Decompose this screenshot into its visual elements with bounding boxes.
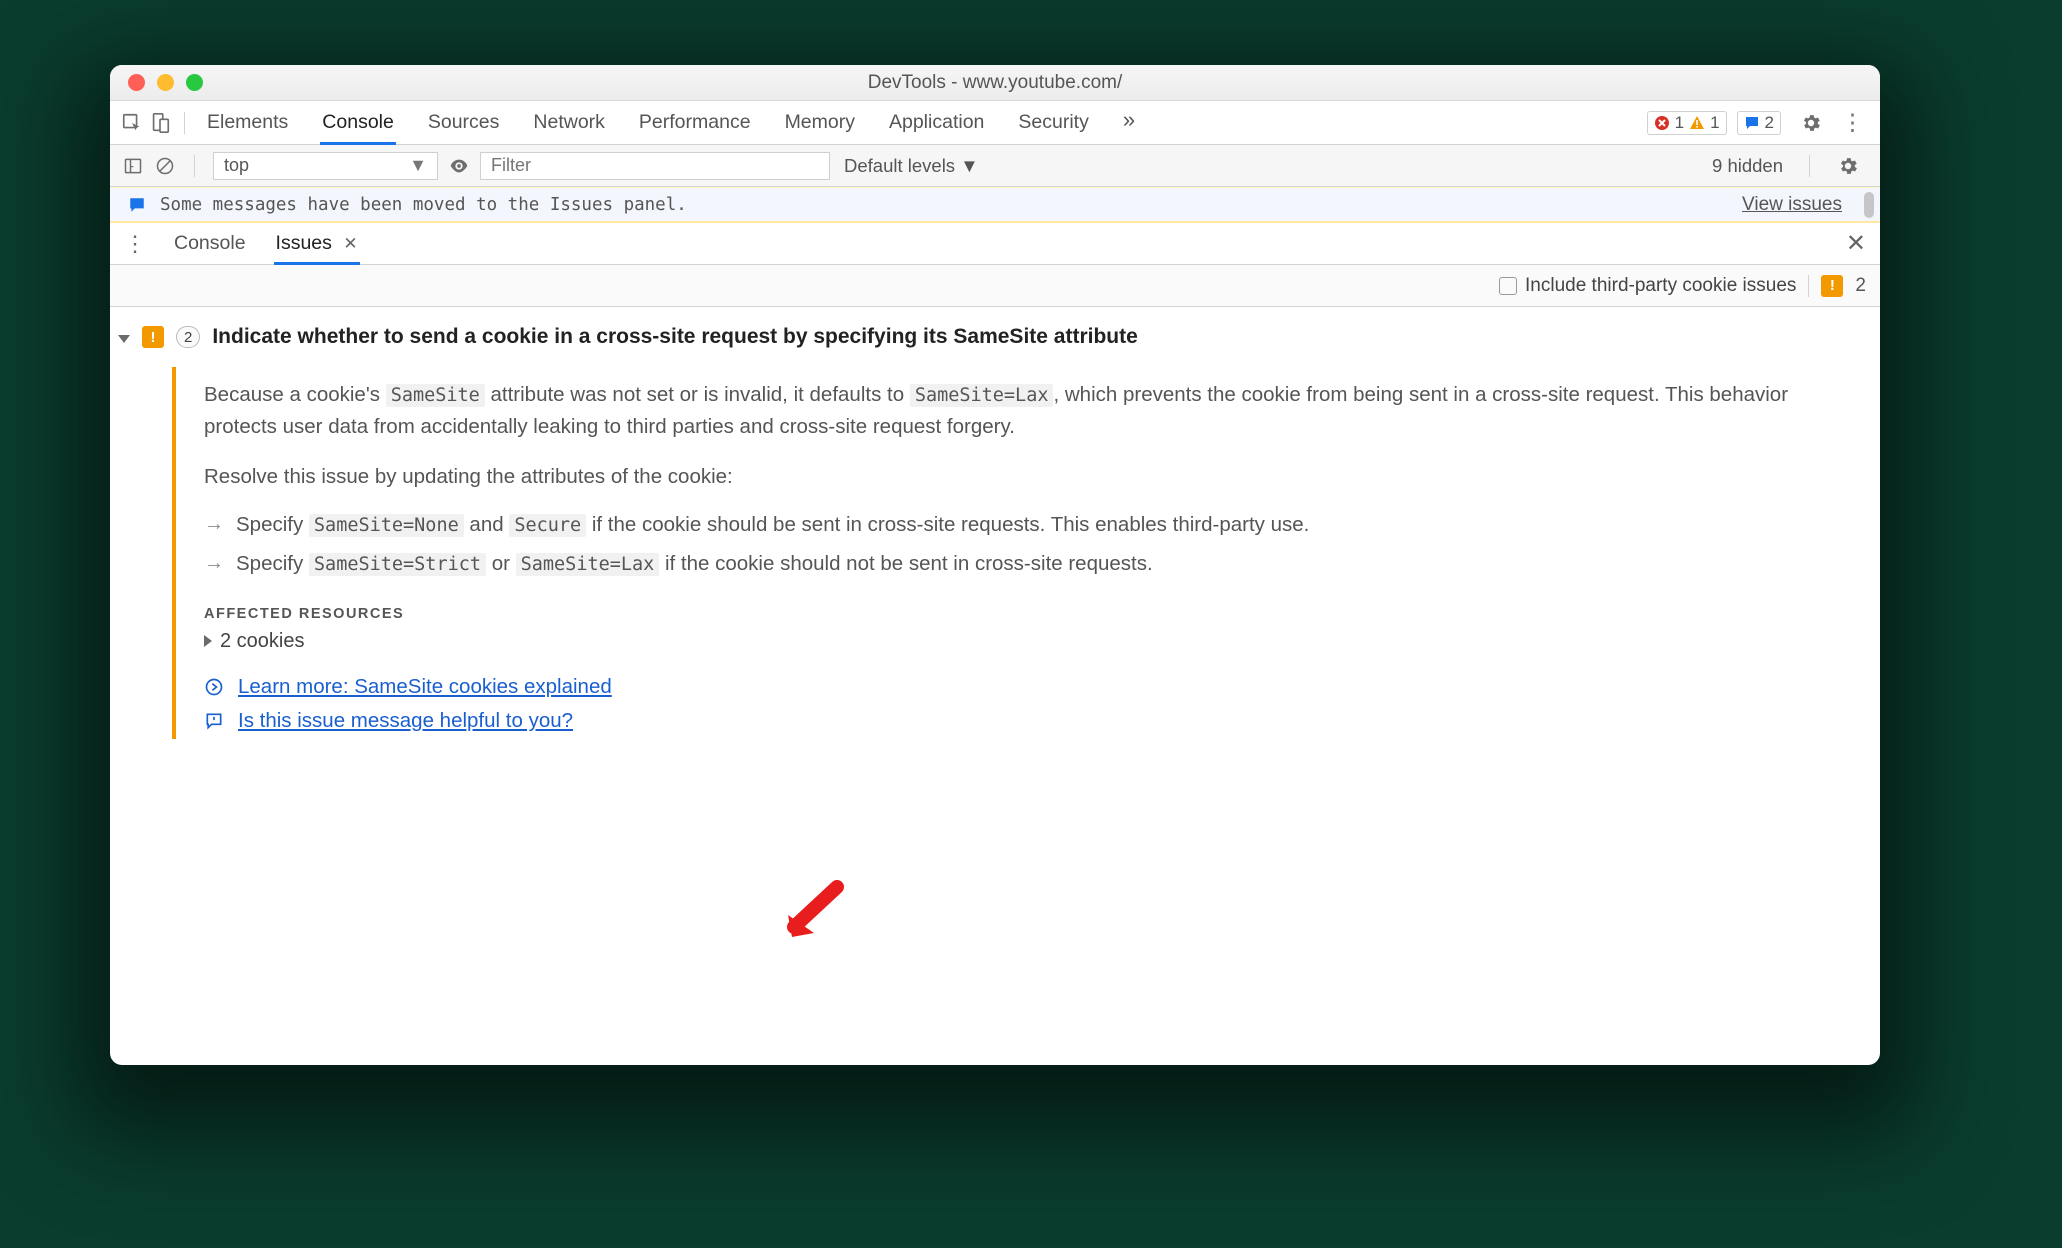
separator bbox=[184, 112, 185, 134]
error-badge[interactable]: 1 1 bbox=[1647, 111, 1727, 135]
learn-more-link[interactable]: Learn more: SameSite cookies explained bbox=[238, 675, 612, 699]
more-menu-icon[interactable]: ⋮ bbox=[1835, 109, 1870, 136]
warning-icon: ! bbox=[142, 326, 164, 348]
feedback-row: Is this issue message helpful to you? bbox=[204, 709, 1844, 733]
console-settings-icon[interactable] bbox=[1836, 154, 1860, 178]
issue-header[interactable]: ! 2 Indicate whether to send a cookie in… bbox=[118, 325, 1860, 349]
issues-banner: Some messages have been moved to the Iss… bbox=[110, 187, 1880, 223]
affected-resources-heading: AFFECTED RESOURCES bbox=[204, 606, 1844, 622]
warning-total: 2 bbox=[1855, 275, 1866, 297]
close-window-button[interactable] bbox=[128, 74, 145, 91]
warning-icon: ! bbox=[1821, 275, 1843, 297]
tab-security[interactable]: Security bbox=[1016, 101, 1090, 144]
maximize-window-button[interactable] bbox=[186, 74, 203, 91]
scrollbar[interactable] bbox=[1864, 192, 1874, 218]
issue-body: Because a cookie's SameSite attribute wa… bbox=[172, 367, 1860, 739]
feedback-icon bbox=[204, 711, 224, 731]
issue-step-1: → Specify SameSite=None and Secure if th… bbox=[204, 510, 1844, 541]
inspect-icon[interactable] bbox=[120, 111, 144, 135]
filter-input[interactable] bbox=[480, 152, 830, 180]
issue-description: Because a cookie's SameSite attribute wa… bbox=[204, 379, 1844, 443]
arrow-icon: → bbox=[204, 510, 224, 538]
sidebar-toggle-icon[interactable] bbox=[122, 155, 144, 177]
live-expression-icon[interactable] bbox=[448, 155, 470, 177]
arrow-icon: → bbox=[204, 549, 224, 577]
third-party-cookie-label: Include third-party cookie issues bbox=[1525, 275, 1796, 297]
drawer-tab-issues-label: Issues bbox=[276, 232, 332, 254]
console-filterbar: top ▼ Default levels ▼ 9 hidden bbox=[110, 145, 1880, 187]
tab-performance[interactable]: Performance bbox=[637, 101, 753, 144]
close-icon[interactable]: ✕ bbox=[343, 234, 357, 253]
banner-message: Some messages have been moved to the Iss… bbox=[160, 195, 687, 215]
log-levels-selector[interactable]: Default levels ▼ bbox=[844, 155, 979, 177]
issue-count-badge: 2 bbox=[176, 326, 200, 348]
view-issues-link[interactable]: View issues bbox=[1742, 194, 1842, 216]
message-count: 2 bbox=[1765, 113, 1774, 133]
collapse-icon[interactable] bbox=[204, 635, 212, 647]
issue-step-2: → Specify SameSite=Strict or SameSite=La… bbox=[204, 549, 1844, 580]
window-controls[interactable] bbox=[128, 74, 203, 91]
tab-network[interactable]: Network bbox=[531, 101, 607, 144]
checkbox-icon[interactable] bbox=[1499, 277, 1517, 295]
learn-more-row: Learn more: SameSite cookies explained bbox=[204, 675, 1844, 699]
drawer-tab-console[interactable]: Console bbox=[172, 223, 248, 264]
main-tabstrip: Elements Console Sources Network Perform… bbox=[110, 101, 1880, 145]
affected-resources-row[interactable]: 2 cookies bbox=[204, 630, 1844, 653]
message-badge[interactable]: 2 bbox=[1737, 111, 1781, 135]
tab-memory[interactable]: Memory bbox=[783, 101, 857, 144]
tab-console[interactable]: Console bbox=[320, 101, 396, 144]
issue-resolve-intro: Resolve this issue by updating the attri… bbox=[204, 461, 1844, 493]
error-count: 1 bbox=[1675, 113, 1684, 133]
message-icon bbox=[128, 196, 146, 214]
settings-icon[interactable] bbox=[1799, 111, 1823, 135]
issues-list: ! 2 Indicate whether to send a cookie in… bbox=[110, 307, 1880, 1065]
separator bbox=[1808, 275, 1809, 297]
window-title: DevTools - www.youtube.com/ bbox=[110, 72, 1880, 94]
tab-application[interactable]: Application bbox=[887, 101, 986, 144]
separator bbox=[1809, 155, 1810, 177]
drawer-tab-issues[interactable]: Issues ✕ bbox=[274, 223, 360, 264]
drawer-tabstrip: ⋮ Console Issues ✕ ✕ bbox=[110, 223, 1880, 265]
tab-elements[interactable]: Elements bbox=[205, 101, 290, 144]
external-link-icon bbox=[204, 677, 224, 697]
context-selector[interactable]: top ▼ bbox=[213, 152, 438, 180]
drawer-menu-icon[interactable]: ⋮ bbox=[124, 231, 146, 257]
third-party-cookie-toggle[interactable]: Include third-party cookie issues bbox=[1499, 275, 1796, 297]
hidden-count[interactable]: 9 hidden bbox=[1712, 155, 1783, 177]
minimize-window-button[interactable] bbox=[157, 74, 174, 91]
panel-tabs: Elements Console Sources Network Perform… bbox=[205, 101, 1137, 144]
device-toolbar-icon[interactable] bbox=[148, 111, 172, 135]
expand-icon[interactable] bbox=[118, 335, 130, 343]
separator bbox=[194, 155, 195, 177]
issue-title: Indicate whether to send a cookie in a c… bbox=[212, 325, 1137, 349]
issues-toolbar: Include third-party cookie issues ! 2 bbox=[110, 265, 1880, 307]
affected-resources-label: 2 cookies bbox=[220, 630, 305, 653]
titlebar: DevTools - www.youtube.com/ bbox=[110, 65, 1880, 101]
feedback-link[interactable]: Is this issue message helpful to you? bbox=[238, 709, 573, 733]
context-value: top bbox=[224, 155, 249, 176]
drawer-close-icon[interactable]: ✕ bbox=[1846, 229, 1866, 258]
devtools-window: DevTools - www.youtube.com/ Elements Con… bbox=[110, 65, 1880, 1065]
tab-overflow[interactable]: » bbox=[1121, 101, 1137, 144]
clear-console-icon[interactable] bbox=[154, 155, 176, 177]
warn-count: 1 bbox=[1710, 113, 1719, 133]
tab-sources[interactable]: Sources bbox=[426, 101, 502, 144]
